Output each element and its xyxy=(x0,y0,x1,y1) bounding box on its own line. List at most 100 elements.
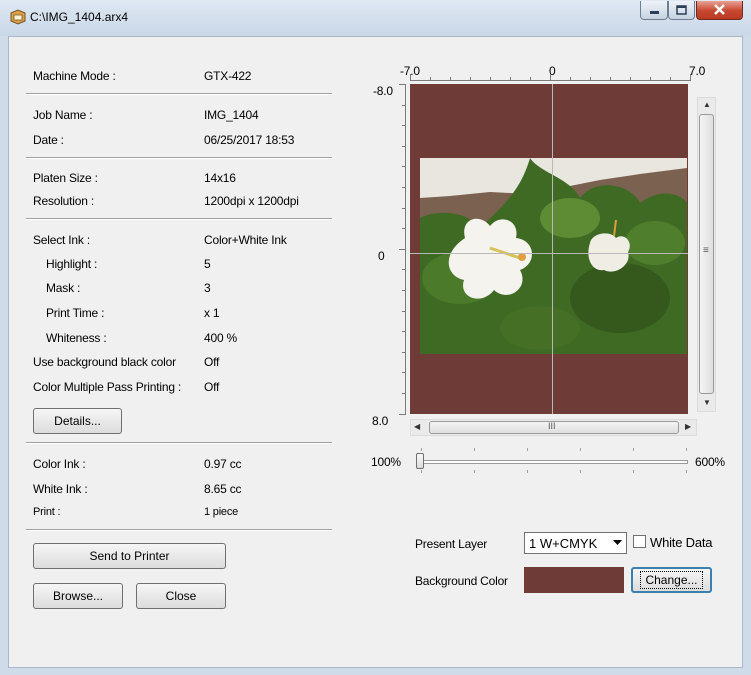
ruler-tick xyxy=(402,290,406,291)
title-bar[interactable]: C:\IMG_1404.arx4 xyxy=(0,0,751,36)
vertical-scroll-thumb[interactable]: ≡ xyxy=(699,114,714,394)
ruler-tick xyxy=(470,77,471,81)
present-layer-label: Present Layer xyxy=(415,537,488,551)
ruler-tick xyxy=(402,351,406,353)
ruler-tick xyxy=(690,74,691,81)
slider-tick xyxy=(474,470,475,473)
scroll-down-icon[interactable]: ▼ xyxy=(703,398,711,407)
grip-icon: III xyxy=(548,421,556,431)
horizontal-scroll-thumb[interactable]: III xyxy=(429,421,679,434)
ruler-tick xyxy=(430,77,431,81)
zoom-slider-track[interactable] xyxy=(421,460,688,464)
horizontal-scrollbar[interactable]: ◀ III ▶ xyxy=(410,419,697,436)
resolution-value: 1200dpi x 1200dpi xyxy=(204,194,299,208)
slider-tick xyxy=(421,470,422,473)
ruler-tick xyxy=(402,310,406,312)
y-axis-mid-label: 0 xyxy=(378,249,385,263)
slider-tick xyxy=(633,448,634,451)
close-button[interactable]: Close xyxy=(136,583,226,609)
ruler-tick xyxy=(550,74,551,81)
ruler-tick xyxy=(410,74,411,81)
use-bg-black-label: Use background black color xyxy=(33,355,176,369)
browse-button[interactable]: Browse... xyxy=(33,583,123,609)
mask-value: 3 xyxy=(204,281,211,295)
ruler-tick xyxy=(650,77,651,81)
present-layer-value: 1 W+CMYK xyxy=(529,536,598,551)
preview-image xyxy=(420,158,687,354)
mask-label: Mask : xyxy=(46,281,81,295)
ruler-tick xyxy=(570,77,571,81)
ruler-tick xyxy=(402,269,406,271)
slider-tick xyxy=(633,470,634,473)
job-name-value: IMG_1404 xyxy=(204,108,259,122)
resolution-label: Resolution : xyxy=(33,194,94,208)
machine-mode-label: Machine Mode : xyxy=(33,69,116,83)
present-layer-select[interactable]: 1 W+CMYK xyxy=(524,532,627,554)
slider-tick xyxy=(580,448,581,451)
close-window-button[interactable] xyxy=(696,1,743,20)
white-ink-value: 8.65 cc xyxy=(204,482,242,496)
white-data-checkbox[interactable] xyxy=(633,535,646,548)
ruler-tick xyxy=(399,413,406,415)
window-title: C:\IMG_1404.arx4 xyxy=(30,10,129,24)
date-label: Date : xyxy=(33,133,64,147)
platen-size-value: 14x16 xyxy=(204,171,236,185)
ruler-tick xyxy=(402,393,406,394)
whiteness-label: Whiteness : xyxy=(46,331,107,345)
details-button[interactable]: Details... xyxy=(33,408,122,434)
white-ink-label: White Ink : xyxy=(33,482,88,496)
ruler-tick xyxy=(402,104,406,106)
slider-tick xyxy=(686,448,687,451)
ruler-tick xyxy=(510,77,511,81)
app-window: C:\IMG_1404.arx4 Machine Mode : GTX-422 … xyxy=(0,0,751,675)
slider-tick xyxy=(580,470,581,473)
zoom-slider-thumb[interactable] xyxy=(416,453,424,469)
ruler-tick xyxy=(610,77,611,81)
highlight-value: 5 xyxy=(204,257,211,271)
slider-tick xyxy=(421,448,422,451)
x-axis-max-label: 7.0 xyxy=(689,64,706,78)
send-to-printer-button[interactable]: Send to Printer xyxy=(33,543,226,569)
slider-tick xyxy=(686,470,687,473)
background-color-swatch xyxy=(524,567,624,593)
preview-vertical-guide xyxy=(552,84,553,414)
multi-pass-value: Off xyxy=(204,380,220,394)
separator xyxy=(26,218,332,220)
ruler-tick xyxy=(402,331,406,333)
change-color-button[interactable]: Change... xyxy=(631,567,712,593)
scroll-right-icon[interactable]: ▶ xyxy=(685,422,691,431)
scroll-left-icon[interactable]: ◀ xyxy=(414,422,420,431)
y-axis-min-label: -8.0 xyxy=(373,84,393,98)
use-bg-black-value: Off xyxy=(204,355,220,369)
ruler-tick xyxy=(670,77,671,81)
y-axis-max-label: 8.0 xyxy=(372,414,389,428)
maximize-icon xyxy=(676,5,687,15)
date-value: 06/25/2017 18:53 xyxy=(204,133,295,147)
close-icon xyxy=(714,4,725,15)
white-data-label[interactable]: White Data xyxy=(650,535,713,550)
print-time-label: Print Time : xyxy=(46,306,105,320)
platen-size-label: Platen Size : xyxy=(33,171,98,185)
highlight-label: Highlight : xyxy=(46,257,98,271)
grip-icon: ≡ xyxy=(703,245,709,256)
zoom-min-label: 100% xyxy=(371,455,401,469)
app-icon xyxy=(10,9,26,25)
job-name-label: Job Name : xyxy=(33,108,93,122)
vertical-scrollbar[interactable]: ▲ ≡ ▼ xyxy=(697,97,716,412)
separator xyxy=(26,442,332,444)
maximize-button[interactable] xyxy=(668,1,695,20)
color-ink-value: 0.97 cc xyxy=(204,457,242,471)
scroll-up-icon[interactable]: ▲ xyxy=(703,100,711,109)
separator xyxy=(26,157,332,159)
minimize-icon xyxy=(650,11,659,14)
background-color-label: Background Color xyxy=(415,574,508,588)
ruler-tick xyxy=(402,207,406,209)
ruler-tick xyxy=(399,84,406,85)
minimize-button[interactable] xyxy=(640,1,668,20)
slider-tick xyxy=(527,448,528,451)
ruler-tick xyxy=(402,145,406,147)
ruler-tick xyxy=(590,77,591,81)
ruler-tick xyxy=(402,228,406,230)
select-ink-value: Color+White Ink xyxy=(204,233,287,247)
machine-mode-value: GTX-422 xyxy=(204,69,252,83)
